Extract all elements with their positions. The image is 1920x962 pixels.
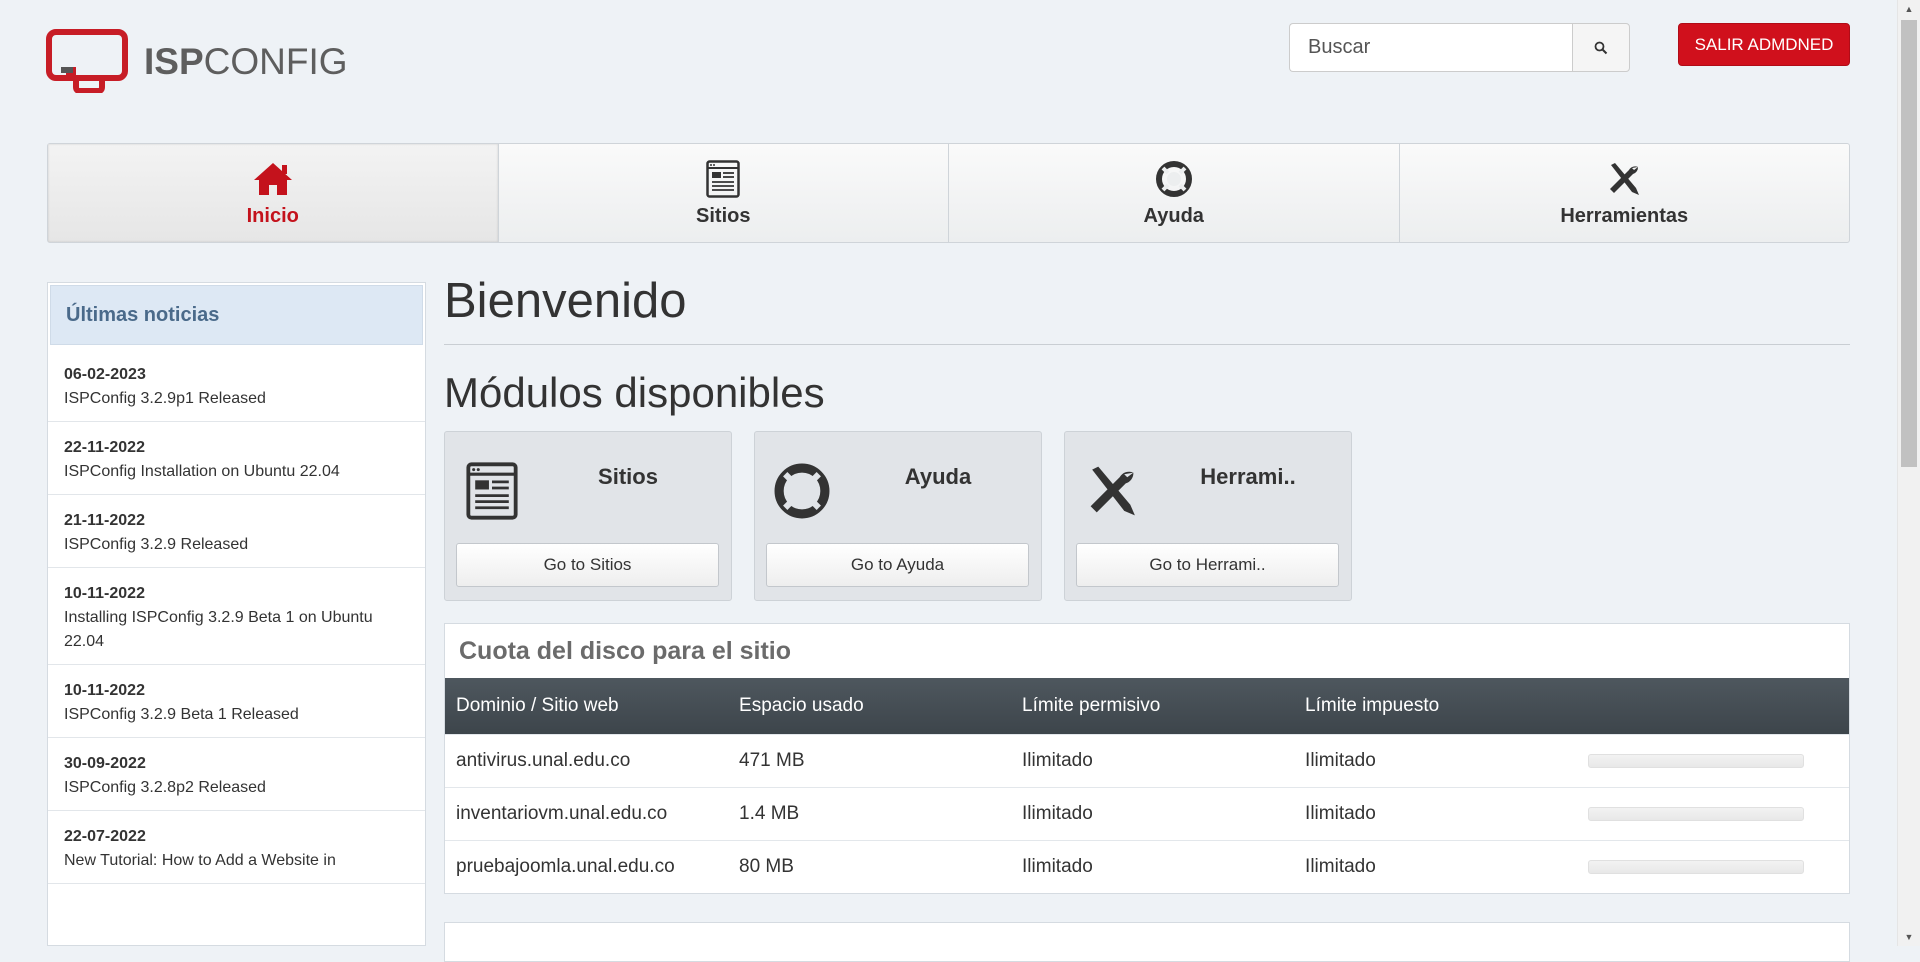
usage-cell — [1577, 839, 1849, 893]
home-icon — [253, 162, 292, 195]
news-item[interactable]: 21-11-2022 ISPConfig 3.2.9 Released — [48, 495, 425, 568]
usage-cell — [1577, 786, 1849, 840]
news-sidebar: Últimas noticias 06-02-2023 ISPConfig 3.… — [47, 282, 426, 946]
help-lifebuoy-icon — [774, 463, 830, 519]
sites-icon — [706, 159, 740, 198]
search-form — [1289, 23, 1630, 72]
search-icon — [1594, 41, 1608, 54]
logout-button[interactable]: SALIR ADMDNED — [1678, 23, 1850, 66]
domain-cell: pruebajoomla.unal.edu.co — [445, 839, 729, 893]
hard-limit-cell: Ilimitado — [1294, 786, 1578, 840]
news-date: 06-02-2023 — [64, 366, 146, 383]
main-nav-tabs: Inicio Sitios Ayuda Herramientas — [47, 143, 1850, 243]
go-to-herramientas-button[interactable]: Go to Herrami.. — [1076, 543, 1339, 587]
module-title: Ayuda — [904, 464, 972, 489]
module-title: Sitios — [598, 464, 658, 489]
news-item[interactable]: 22-07-2022 New Tutorial: How to Add a We… — [48, 811, 425, 884]
modules-heading: Módulos disponibles — [444, 369, 825, 416]
scroll-down-icon[interactable]: ▼ — [1898, 928, 1920, 946]
news-date: 21-11-2022 — [64, 512, 145, 529]
quota-table: Dominio / Sitio web Espacio usado Límite… — [445, 678, 1849, 893]
news-date: 10-11-2022 — [64, 585, 145, 602]
used-cell: 80 MB — [728, 839, 1012, 893]
news-link[interactable]: ISPConfig Installation on Ubuntu 22.04 — [64, 460, 409, 484]
news-link[interactable]: ISPConfig 3.2.9 Released — [64, 533, 409, 557]
go-to-sitios-button[interactable]: Go to Sitios — [456, 543, 719, 587]
disk-quota-panel: Cuota del disco para el sitio Dominio / … — [444, 623, 1850, 894]
news-list: 06-02-2023 ISPConfig 3.2.9p1 Released 22… — [48, 349, 425, 884]
logo-text: ISPCONFIG — [144, 40, 348, 82]
module-card-sitios: Sitios Go to Sitios — [444, 431, 732, 601]
soft-limit-cell: Ilimitado — [1011, 733, 1295, 787]
domain-cell: inventariovm.unal.edu.co — [445, 786, 729, 840]
tab-label: Inicio — [246, 204, 299, 227]
divider — [444, 344, 1850, 345]
column-header: Espacio usado — [728, 678, 1012, 734]
news-item[interactable]: 10-11-2022 ISPConfig 3.2.9 Beta 1 Releas… — [48, 665, 425, 738]
hard-limit-cell: Ilimitado — [1294, 733, 1578, 787]
news-link[interactable]: ISPConfig 3.2.9 Beta 1 Released — [64, 703, 409, 727]
table-row: antivirus.unal.edu.co 471 MB Ilimitado I… — [445, 733, 1849, 787]
tab-label: Ayuda — [1143, 204, 1204, 227]
usage-progress-bar — [1588, 859, 1805, 874]
news-link[interactable]: Installing ISPConfig 3.2.9 Beta 1 on Ubu… — [64, 606, 409, 654]
column-header-usage — [1577, 678, 1849, 734]
module-card-herramientas: Herrami.. Go to Herrami.. — [1064, 431, 1352, 601]
hard-limit-cell: Ilimitado — [1294, 839, 1578, 893]
tab-inicio[interactable]: Inicio — [48, 144, 499, 242]
scrollbar-thumb[interactable] — [1901, 20, 1917, 467]
sidebar-title: Últimas noticias — [50, 285, 423, 345]
news-item[interactable]: 06-02-2023 ISPConfig 3.2.9p1 Released — [48, 349, 425, 422]
news-date: 10-11-2022 — [64, 682, 145, 699]
tab-sitios[interactable]: Sitios — [499, 144, 949, 242]
column-header: Límite impuesto — [1294, 678, 1578, 734]
news-date: 22-07-2022 — [64, 828, 146, 845]
usage-progress-bar — [1588, 806, 1805, 821]
sites-icon — [466, 462, 518, 520]
tab-label: Sitios — [696, 204, 751, 227]
news-date: 22-11-2022 — [64, 439, 145, 456]
soft-limit-cell: Ilimitado — [1011, 839, 1295, 893]
usage-progress-bar — [1588, 753, 1805, 768]
tab-herramientas[interactable]: Herramientas — [1400, 144, 1850, 242]
search-button[interactable] — [1572, 23, 1630, 72]
used-cell: 1.4 MB — [728, 786, 1012, 840]
tab-label: Herramientas — [1560, 204, 1689, 227]
tab-ayuda[interactable]: Ayuda — [949, 144, 1400, 242]
news-date: 30-09-2022 — [64, 755, 146, 772]
module-title: Herrami.. — [1200, 464, 1296, 489]
soft-limit-cell: Ilimitado — [1011, 786, 1295, 840]
column-header: Dominio / Sitio web — [445, 678, 729, 734]
tools-icon — [1610, 162, 1640, 195]
news-item[interactable]: 10-11-2022 Installing ISPConfig 3.2.9 Be… — [48, 568, 425, 665]
ispconfig-logo[interactable]: ISPCONFIG — [46, 29, 348, 93]
go-to-ayuda-button[interactable]: Go to Ayuda — [766, 543, 1029, 587]
table-header-row: Dominio / Sitio web Espacio usado Límite… — [445, 678, 1849, 734]
main-content: Bienvenido Módulos disponibles Sitios Go… — [444, 270, 1850, 962]
domain-cell: antivirus.unal.edu.co — [445, 733, 729, 787]
news-item[interactable]: 30-09-2022 ISPConfig 3.2.8p2 Released — [48, 738, 425, 811]
module-cards: Sitios Go to Sitios Ayuda Go to Ayuda He… — [444, 431, 1850, 601]
table-row: inventariovm.unal.edu.co 1.4 MB Ilimitad… — [445, 786, 1849, 840]
scroll-up-icon[interactable]: ▲ — [1898, 0, 1920, 18]
quota-title: Cuota del disco para el sitio — [459, 636, 792, 665]
table-row: pruebajoomla.unal.edu.co 80 MB Ilimitado… — [445, 839, 1849, 893]
search-input[interactable] — [1289, 23, 1572, 72]
news-link[interactable]: ISPConfig 3.2.9p1 Released — [64, 387, 409, 411]
module-card-ayuda: Ayuda Go to Ayuda — [754, 431, 1042, 601]
news-link[interactable]: New Tutorial: How to Add a Website in — [64, 849, 409, 873]
news-item[interactable]: 22-11-2022 ISPConfig Installation on Ubu… — [48, 422, 425, 495]
help-lifebuoy-icon — [1155, 160, 1192, 197]
usage-cell — [1577, 733, 1849, 787]
used-cell: 471 MB — [728, 733, 1012, 787]
tools-icon — [1090, 466, 1135, 516]
page-scrollbar[interactable]: ▲ ▼ — [1897, 0, 1920, 946]
next-panel — [444, 922, 1850, 962]
column-header: Límite permisivo — [1011, 678, 1295, 734]
news-link[interactable]: ISPConfig 3.2.8p2 Released — [64, 776, 409, 800]
page-title: Bienvenido — [444, 274, 687, 328]
logo-monitor-icon — [46, 29, 128, 93]
